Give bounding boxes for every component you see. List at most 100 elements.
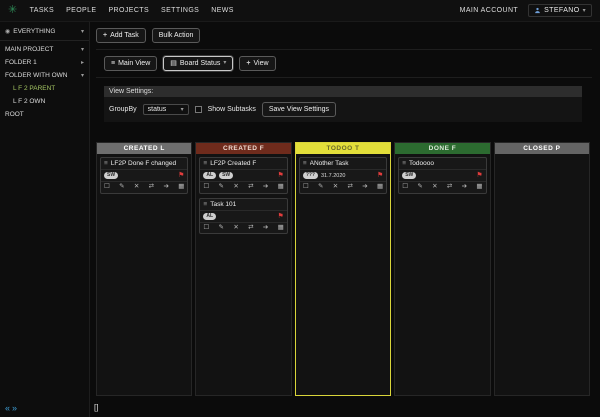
swap-icon[interactable]: ⇄ <box>347 184 352 191</box>
forward-icon[interactable]: ➔ <box>462 184 467 191</box>
checkbox-icon[interactable]: ☐ <box>303 184 309 191</box>
edit-icon[interactable]: ✎ <box>219 184 224 191</box>
assignee-badge[interactable]: ??? <box>303 172 318 179</box>
add-view-button[interactable]: + View <box>239 56 275 71</box>
calendar-icon[interactable]: ▦ <box>178 184 184 191</box>
nav-tasks[interactable]: TASKS <box>30 7 54 14</box>
card-meta-row: AL ⚑ <box>200 210 286 222</box>
nav-people[interactable]: PEOPLE <box>66 7 96 14</box>
nav-settings[interactable]: SETTINGS <box>161 7 199 14</box>
delete-icon[interactable]: ✕ <box>432 184 437 191</box>
column-header[interactable]: TODOO T <box>296 143 390 154</box>
column-header[interactable]: DONE F <box>395 143 489 154</box>
task-card[interactable]: ≡TodooooSW⚑☐✎✕⇄➔▦ <box>398 157 486 194</box>
nav-news[interactable]: NEWS <box>211 7 234 14</box>
drag-handle-icon[interactable]: ≡ <box>203 160 207 167</box>
user-menu[interactable]: STEFANO ▾ <box>528 4 592 17</box>
calendar-icon[interactable]: ▦ <box>377 184 383 191</box>
sidebar-item-folder1[interactable]: FOLDER 1 ▸ <box>0 56 89 69</box>
calendar-icon[interactable]: ▦ <box>278 184 284 191</box>
sidebar-item-folder-with-own[interactable]: FOLDER WITH OWN ▾ <box>0 69 89 82</box>
sidebar-item-root[interactable]: ROOT <box>0 108 89 121</box>
collapse-right-icon[interactable]: » <box>12 404 17 413</box>
task-card[interactable]: ≡Task 101 AL ⚑ ☐ ✎ ✕ ⇄ ➔ ▦ <box>199 198 287 235</box>
column-header[interactable]: CLOSED P <box>495 143 589 154</box>
card-title-row: ≡LF2P Done F changed <box>101 158 187 169</box>
view-settings-title: View Settings: <box>104 86 582 97</box>
due-date: 31.7.2020 <box>321 173 345 179</box>
swap-icon[interactable]: ⇄ <box>248 184 253 191</box>
tab-board-status[interactable]: ▤ Board Status ▾ <box>163 56 233 71</box>
add-task-button[interactable]: + Add Task <box>96 28 146 43</box>
add-view-label: View <box>253 59 268 68</box>
column-body: ≡LF2P Done F changed SW ⚑ ☐ ✎ ✕ ⇄ ➔ ▦ <box>97 154 191 395</box>
edit-icon[interactable]: ✎ <box>417 184 422 191</box>
forward-icon[interactable]: ➔ <box>163 184 168 191</box>
task-card[interactable]: ≡LF2P Done F changed SW ⚑ ☐ ✎ ✕ ⇄ ➔ ▦ <box>100 157 188 194</box>
checkbox-icon[interactable]: ☐ <box>203 225 209 232</box>
main-content: + Add Task Bulk Action ≡ Main View ▤ Boa… <box>90 22 600 417</box>
card-title: LF2P Created F <box>210 160 256 167</box>
assignee-badge[interactable]: SW <box>402 172 416 179</box>
assignee-badge[interactable]: AL <box>203 172 216 179</box>
flag-icon[interactable]: ⚑ <box>278 172 284 179</box>
sidebar-item-main-project[interactable]: MAIN PROJECT ▾ <box>0 43 89 56</box>
card-actions-row: ☐ ✎ ✕ ⇄ ➔ ▦ <box>200 181 286 193</box>
flag-icon[interactable]: ⚑ <box>278 213 284 220</box>
show-subtasks-checkbox[interactable] <box>195 106 202 113</box>
checkbox-icon[interactable]: ☐ <box>203 184 209 191</box>
card-actions-row: ☐ ✎ ✕ ⇄ ➔ ▦ <box>200 222 286 234</box>
drag-handle-icon[interactable]: ≡ <box>203 201 207 208</box>
forward-icon[interactable]: ➔ <box>263 225 268 232</box>
drag-handle-icon[interactable]: ≡ <box>402 160 406 167</box>
delete-icon[interactable]: ✕ <box>134 184 139 191</box>
assignee-badge[interactable]: SW <box>219 172 233 179</box>
sidebar-item-everything[interactable]: ◉ EVERYTHING ▾ <box>0 25 89 38</box>
sidebar-item-label: L F 2 OWN <box>13 98 45 105</box>
swap-icon[interactable]: ⇄ <box>149 184 154 191</box>
collapse-left-icon[interactable]: « <box>5 404 10 413</box>
edit-icon[interactable]: ✎ <box>219 225 224 232</box>
flag-icon[interactable]: ⚑ <box>476 172 482 179</box>
card-actions-row: ☐ ✎ ✕ ⇄ ➔ ▦ <box>399 181 485 193</box>
swap-icon[interactable]: ⇄ <box>447 184 452 191</box>
card-title: Task 101 <box>210 201 236 208</box>
calendar-icon[interactable]: ▦ <box>278 225 284 232</box>
column-body <box>495 154 589 395</box>
edit-icon[interactable]: ✎ <box>119 184 124 191</box>
nav-projects[interactable]: PROJECTS <box>108 7 149 14</box>
task-card[interactable]: ≡LF2P Created F ALSW ⚑ ☐ ✎ ✕ ⇄ ➔ ▦ <box>199 157 287 194</box>
card-meta-row: SW ⚑ <box>101 169 187 181</box>
save-view-settings-button[interactable]: Save View Settings <box>262 102 336 117</box>
calendar-icon[interactable]: ▦ <box>476 184 482 191</box>
column-header[interactable]: CREATED F <box>196 143 290 154</box>
delete-icon[interactable]: ✕ <box>233 184 238 191</box>
checkbox-icon[interactable]: ☐ <box>402 184 408 191</box>
account-menu[interactable]: MAIN ACCOUNT <box>460 7 518 14</box>
column-header[interactable]: CREATED L <box>97 143 191 154</box>
chevron-down-icon: ▾ <box>181 106 184 113</box>
sidebar-item-lf2parent[interactable]: L F 2 PARENT <box>0 82 89 95</box>
checkbox-icon[interactable]: ☐ <box>104 184 110 191</box>
forward-icon[interactable]: ➔ <box>263 184 268 191</box>
edit-icon[interactable]: ✎ <box>318 184 323 191</box>
drag-handle-icon[interactable]: ≡ <box>303 160 307 167</box>
card-title-row: ≡ANother Task <box>300 158 386 169</box>
flag-icon[interactable]: ⚑ <box>178 172 184 179</box>
sidebar-item-lf2own[interactable]: L F 2 OWN <box>0 95 89 108</box>
tab-main-view[interactable]: ≡ Main View <box>104 56 157 71</box>
flag-icon[interactable]: ⚑ <box>377 172 383 179</box>
groupby-value: status <box>148 106 167 113</box>
swap-icon[interactable]: ⇄ <box>248 225 253 232</box>
forward-icon[interactable]: ➔ <box>362 184 367 191</box>
delete-icon[interactable]: ✕ <box>233 225 238 232</box>
drag-handle-icon[interactable]: ≡ <box>104 160 108 167</box>
assignee-badge[interactable]: AL <box>203 213 216 220</box>
assignee-badge[interactable]: SW <box>104 172 118 179</box>
delete-icon[interactable]: ✕ <box>333 184 338 191</box>
app-logo-icon[interactable]: ✳ <box>8 5 18 16</box>
groupby-select[interactable]: status ▾ <box>143 104 189 115</box>
task-card[interactable]: ≡ANother Task???31.7.2020 ⚑ ☐ ✎ ✕ ⇄ ➔ ▦ <box>299 157 387 194</box>
sidebar-divider <box>0 40 89 41</box>
bulk-action-button[interactable]: Bulk Action <box>152 28 201 43</box>
